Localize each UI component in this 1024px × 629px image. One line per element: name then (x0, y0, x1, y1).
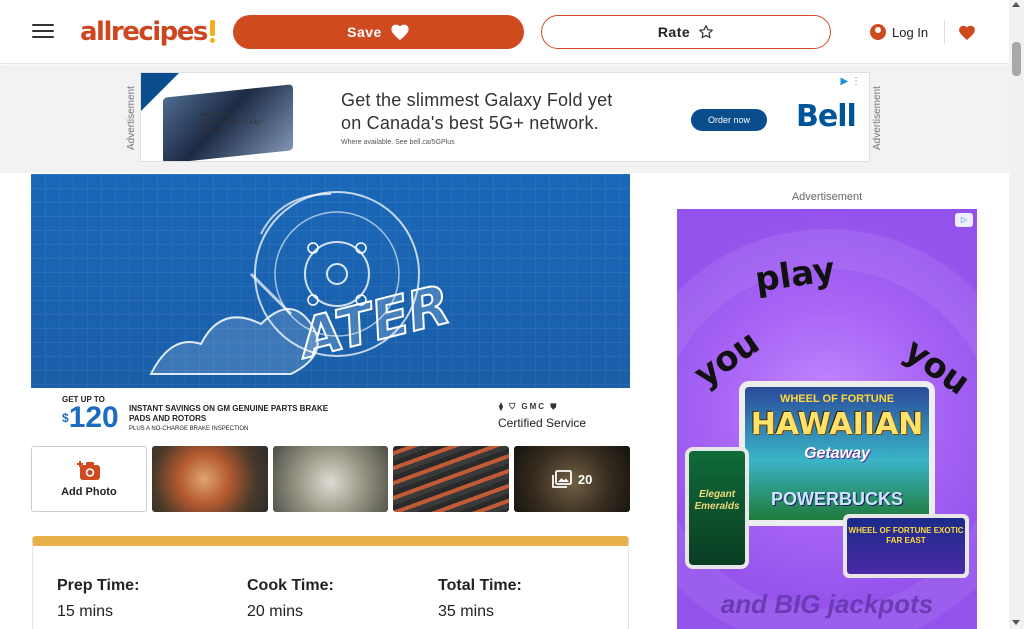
blueprint-graphic: ATER (31, 174, 630, 388)
chevrolet-bowtie-icon: ⧫ (499, 402, 505, 411)
login-link[interactable]: Log In (870, 20, 928, 44)
tablet-graphic: WHEEL OF FORTUNE HAWAIIAN Getaway POWERB… (739, 381, 935, 526)
prep-time-value: 15 mins (57, 603, 114, 620)
recipe-details-card: Prep Time: 15 mins Cook Time: 20 mins To… (32, 536, 629, 629)
gmc-brand-label: GMC (521, 402, 547, 411)
header-divider (944, 20, 945, 44)
small-game-title: WHEEL OF FORTUNE EXOTIC FAR EAST (848, 526, 964, 545)
scroll-down-arrow-icon[interactable] (1012, 620, 1020, 625)
promo-description: INSTANT SAVINGS ON GM GENUINE PARTS BRAK… (129, 404, 329, 434)
certified-service-logo: Certified Service (498, 416, 587, 430)
adchoices-icon[interactable]: ▶ ⋮ (841, 76, 861, 87)
phone-brand: SAMSUNG Galaxy Z Fold7 | Z Flip7 Galaxy … (199, 111, 263, 135)
phone-screen: Elegant Emeralds (689, 451, 745, 565)
rate-button[interactable]: Rate (541, 15, 831, 49)
gallery-icon (551, 470, 572, 488)
cadillac-crest-icon: ⛊ (550, 402, 559, 411)
hero-ad-image[interactable]: ATER GET UP TO $120 INSTANT SAVINGS ON G… (31, 174, 630, 440)
user-icon (870, 24, 886, 40)
phone-model: Galaxy Z Fold7 | Z Flip7 (199, 120, 263, 126)
small-tablet-screen: WHEEL OF FORTUNE EXOTIC FAR EAST (847, 518, 965, 574)
advertisement-label-left: Advertisement (126, 86, 137, 150)
wof-title: WHEEL OF FORTUNE (779, 393, 895, 405)
phone-graphic: Elegant Emeralds (685, 447, 749, 569)
cook-time-value: 20 mins (247, 603, 304, 620)
brake-rotor-graphic: ATER (31, 174, 630, 388)
allrecipes-logo[interactable]: allrecipes (80, 14, 215, 50)
gm-brand-logos: ⧫ ⛉ GMC ⛊ (499, 402, 558, 412)
add-photo-button[interactable]: Add Photo (31, 446, 147, 512)
photo-strip: Add Photo 20 (31, 446, 630, 512)
more-photos-count: 20 (551, 470, 593, 488)
advertisement-label-right: Advertisement (872, 86, 883, 150)
prep-time: Prep Time: 15 mins (57, 577, 139, 621)
ad-fine-print: Where available. See bell.ca/5GPlus (341, 139, 455, 146)
phone-game-title: Elegant Emeralds (694, 489, 740, 512)
star-outline-icon (699, 25, 714, 39)
jackpots-tagline: and BIG jackpots (720, 589, 934, 619)
total-time-label: Total Time: (438, 577, 522, 594)
more-photos-number: 20 (577, 471, 593, 487)
buick-shield-icon: ⛉ (509, 402, 518, 411)
ad-headline-line2: on Canada's best 5G+ network. (341, 113, 599, 133)
add-photo-label: Add Photo (61, 486, 117, 498)
logo-text: allrecipes (80, 17, 208, 47)
right-advertisement-label: Advertisement (791, 191, 863, 203)
adchoices-icon[interactable]: ▷ (955, 213, 973, 227)
promo-amount-value: 120 (68, 401, 119, 434)
recipe-photo-thumbnail[interactable] (272, 446, 389, 512)
ad-headline: Get the slimmest Galaxy Fold yet on Cana… (341, 89, 613, 135)
promo-strip: GET UP TO $120 INSTANT SAVINGS ON GM GEN… (31, 388, 630, 440)
site-header: allrecipes Save Rate Log In (0, 0, 1009, 64)
heart-icon (391, 24, 409, 41)
powerbucks-label: POWERBUCKS (770, 489, 903, 509)
ad-headline-line1: Get the slimmest Galaxy Fold yet (341, 90, 613, 110)
promo-amount: $120 (62, 403, 119, 433)
total-time-value: 35 mins (438, 603, 495, 620)
hamburger-menu-icon[interactable] (32, 20, 54, 42)
bell-banner-ad[interactable]: SAMSUNG Galaxy Z Fold7 | Z Flip7 Galaxy … (140, 72, 870, 162)
phone-brand-name: SAMSUNG (199, 112, 230, 118)
cook-time: Cook Time: 20 mins (247, 577, 334, 621)
login-label: Log In (892, 24, 929, 40)
prep-time-label: Prep Time: (57, 577, 140, 594)
order-now-button[interactable]: Order now (691, 109, 767, 131)
page-scrollbar[interactable] (1009, 0, 1024, 629)
add-photo-camera-icon (76, 461, 100, 480)
phone-ai: Galaxy AI (199, 128, 225, 134)
more-photos-thumbnail[interactable]: 20 (514, 446, 630, 512)
scrollbar-thumb[interactable] (1012, 42, 1021, 76)
recipe-photo-thumbnail[interactable] (151, 446, 268, 512)
promo-desc-sub: PLUS A NO-CHARGE BRAKE INSPECTION (129, 426, 249, 432)
promo-desc-main: INSTANT SAVINGS ON GM GENUINE PARTS BRAK… (129, 404, 329, 423)
game-title: HAWAIIAN (750, 407, 924, 442)
logo-exclamation-icon (209, 20, 215, 44)
total-time: Total Time: 35 mins (438, 577, 522, 621)
save-button[interactable]: Save (233, 15, 524, 49)
cook-time-label: Cook Time: (247, 577, 334, 594)
small-tablet-graphic: WHEEL OF FORTUNE EXOTIC FAR EAST (843, 514, 969, 578)
promo-currency: $ (62, 411, 69, 425)
tablet-screen: WHEEL OF FORTUNE HAWAIIAN Getaway POWERB… (745, 387, 929, 520)
game-subtitle: Getaway (804, 445, 870, 462)
save-button-label: Save (347, 24, 382, 40)
heart-outline-icon (959, 25, 975, 40)
bell-logo: Bell (796, 99, 857, 134)
saved-items-heart-icon[interactable] (956, 20, 978, 44)
wheel-of-fortune-ad[interactable]: play you you WHEEL OF FORTUNE HAWAIIAN G… (677, 209, 977, 629)
rate-button-label: Rate (657, 24, 691, 40)
page: allrecipes Save Rate Log In Advertisemen… (0, 0, 1024, 629)
scroll-up-arrow-icon[interactable] (1012, 2, 1020, 7)
recipe-video-thumbnail[interactable] (393, 446, 510, 512)
